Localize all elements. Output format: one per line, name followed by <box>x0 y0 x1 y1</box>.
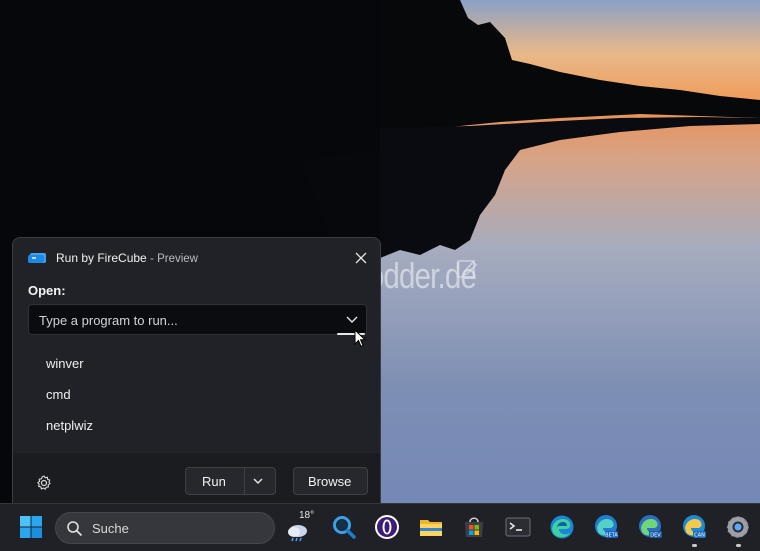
program-input-placeholder: Type a program to run... <box>39 313 178 328</box>
svg-text:BETA: BETA <box>605 533 618 539</box>
file-explorer-icon[interactable] <box>418 514 444 540</box>
mouse-cursor-icon <box>354 329 366 348</box>
gear-icon[interactable] <box>35 474 53 492</box>
pencil-icon <box>457 260 478 278</box>
split-divider <box>244 468 245 494</box>
start-icon[interactable] <box>18 514 44 540</box>
search-icon <box>67 521 83 537</box>
running-indicator <box>736 544 741 547</box>
opera-icon[interactable] <box>374 514 400 540</box>
list-item[interactable]: cmd <box>46 387 93 418</box>
edge-icon[interactable] <box>549 514 575 540</box>
app-subtitle: - Preview <box>150 253 198 265</box>
app-name: Run by FireCube <box>56 251 147 265</box>
magnifier-icon[interactable] <box>331 514 357 540</box>
run-button[interactable]: Run <box>185 467 276 495</box>
settings-icon[interactable] <box>725 514 751 540</box>
terminal-icon[interactable] <box>505 514 531 540</box>
edge-dev-icon[interactable]: DEV <box>637 514 663 540</box>
run-dialog: Run by FireCube - Preview Open: Type a p… <box>12 237 381 503</box>
list-item[interactable]: netplwiz <box>46 418 93 449</box>
taskbar-search[interactable]: Suche <box>55 512 275 544</box>
svg-text:DEV: DEV <box>650 533 661 539</box>
chevron-down-icon[interactable] <box>345 314 359 326</box>
open-label: Open: <box>28 283 66 298</box>
program-input[interactable]: Type a program to run... <box>28 304 367 335</box>
svg-text:CAN: CAN <box>694 533 705 539</box>
close-icon[interactable] <box>351 248 371 268</box>
taskbar: Suche 18° BETA DEV CAN <box>0 503 760 551</box>
search-text: Suche <box>92 521 129 536</box>
store-icon[interactable] <box>461 514 487 540</box>
run-app-icon <box>28 253 46 263</box>
history-list: winver cmd netplwiz <box>46 356 93 449</box>
weather-temperature: 18° <box>299 510 315 521</box>
dialog-title: Run by FireCube - Preview <box>56 251 198 265</box>
edge-beta-icon[interactable]: BETA <box>593 514 619 540</box>
list-item[interactable]: winver <box>46 356 93 387</box>
weather-icon[interactable] <box>285 518 311 544</box>
browse-button[interactable]: Browse <box>293 467 368 495</box>
edge-canary-icon[interactable]: CAN <box>681 514 707 540</box>
run-button-label: Run <box>202 474 226 489</box>
browse-button-label: Browse <box>308 474 352 489</box>
running-indicator <box>692 544 697 547</box>
chevron-down-icon[interactable] <box>252 476 264 486</box>
